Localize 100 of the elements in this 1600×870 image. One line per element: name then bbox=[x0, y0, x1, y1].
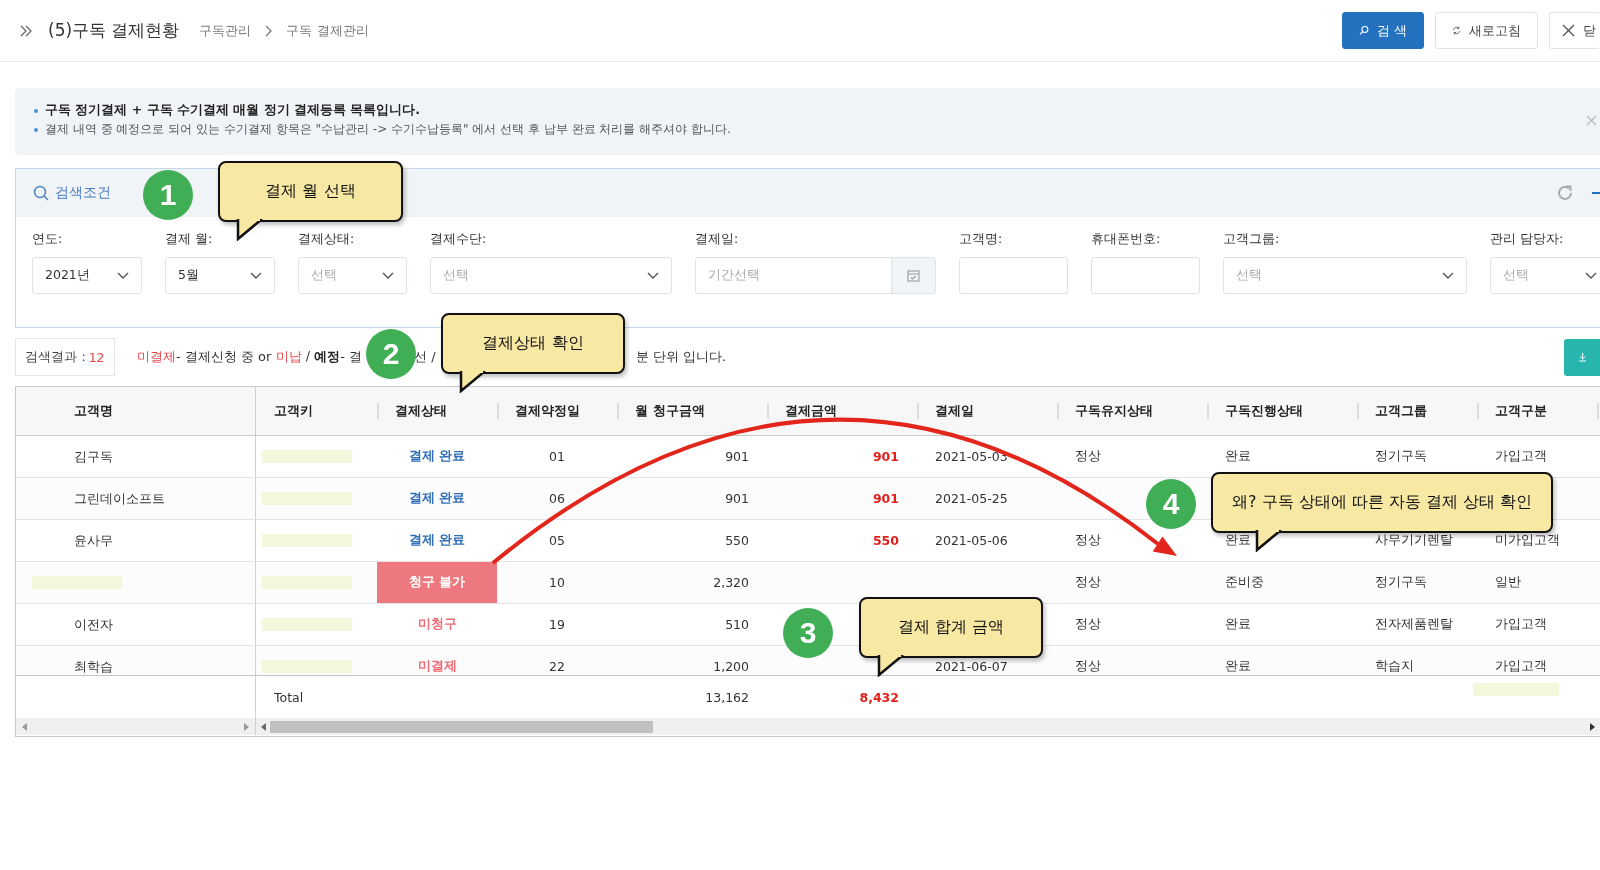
due-day: 10 bbox=[549, 575, 565, 590]
legend-text: - 결 bbox=[340, 348, 362, 366]
column-header[interactable]: 결제금액 bbox=[785, 402, 837, 420]
filter-label: 고객그룹: bbox=[1223, 231, 1281, 248]
filter-label: 결제상태: bbox=[298, 231, 356, 248]
legend-text: 예정 bbox=[314, 348, 341, 366]
payment-status: 결제 완료 bbox=[408, 490, 466, 507]
select-field[interactable]: 5월 bbox=[165, 257, 275, 294]
total-label: Total bbox=[274, 689, 304, 705]
close-icon[interactable] bbox=[1586, 115, 1597, 126]
keep-state: 정상 bbox=[1075, 616, 1101, 633]
filter-label: 결제일: bbox=[695, 231, 740, 248]
scroll-left-icon[interactable] bbox=[261, 722, 266, 731]
payment-date: 2021-05-06 bbox=[935, 533, 1008, 548]
billed-total: 13,162 bbox=[705, 689, 749, 705]
payment-status: 미청구 bbox=[417, 616, 457, 633]
scroll-left-icon[interactable] bbox=[22, 722, 27, 731]
customer-type: 가입고객 bbox=[1495, 658, 1547, 675]
legend-text: - 결제신청 중 or bbox=[176, 348, 273, 366]
breadcrumb-item[interactable]: 구독 결제관리 bbox=[286, 21, 369, 40]
column-header[interactable]: 결제약정일 bbox=[515, 402, 580, 420]
column-header[interactable]: 고객명 bbox=[74, 402, 113, 420]
legend-text: 선 / bbox=[414, 348, 436, 366]
page-title: (5)구독 결제현황 bbox=[48, 19, 180, 42]
keep-state: 정상 bbox=[1075, 574, 1101, 591]
scroll-right-icon[interactable] bbox=[1590, 722, 1595, 731]
refresh-button[interactable]: 새로고침 bbox=[1435, 12, 1538, 49]
filter-label: 결제 월: bbox=[165, 231, 214, 248]
column-header[interactable]: 월 청구금액 bbox=[635, 402, 705, 420]
billed-amount: 550 bbox=[725, 533, 749, 548]
legend-text: 분 단위 입니다. bbox=[635, 348, 726, 366]
text-field[interactable] bbox=[1091, 257, 1200, 294]
refresh-icon[interactable] bbox=[1556, 184, 1574, 202]
legend-text: 미납 bbox=[275, 348, 302, 366]
customer-name: 그린데이소프트 bbox=[74, 489, 165, 508]
search-button[interactable]: 검 색 bbox=[1342, 12, 1424, 49]
payment-date: 2021-05-03 bbox=[935, 449, 1008, 464]
due-day: 19 bbox=[549, 617, 565, 632]
billed-amount: 901 bbox=[725, 449, 749, 464]
progress-state: 준비중 bbox=[1225, 574, 1264, 591]
notice-text: 구독 정기결제 + 구독 수기결제 매월 정기 결제등록 목록입니다. bbox=[45, 102, 421, 119]
billed-amount: 510 bbox=[725, 617, 749, 632]
chevron-down-icon bbox=[1442, 271, 1454, 280]
progress-state: 완료 bbox=[1225, 658, 1251, 675]
customer-group: 전자제품렌탈 bbox=[1375, 616, 1453, 633]
scrollbar-thumb[interactable] bbox=[270, 720, 653, 733]
progress-state: 완료 bbox=[1225, 448, 1251, 465]
keep-state: 정상 bbox=[1075, 658, 1101, 675]
step-number-badge: 3 bbox=[783, 608, 833, 658]
customer-type: 일반 bbox=[1495, 574, 1521, 591]
column-header[interactable]: 고객그룹 bbox=[1375, 402, 1427, 420]
bullet-icon bbox=[34, 108, 38, 113]
column-header[interactable]: 구독유지상태 bbox=[1075, 402, 1153, 420]
callout-bubble: 결제 합계 금액 bbox=[859, 597, 1043, 658]
search-icon bbox=[1359, 23, 1369, 38]
legend-text: 미결제 bbox=[137, 348, 176, 366]
chevron-right-icon bbox=[265, 24, 273, 37]
breadcrumb-item[interactable]: 구독관리 bbox=[199, 21, 252, 40]
paid-amount: 550 bbox=[872, 533, 899, 548]
payment-date: 2021-05-25 bbox=[935, 491, 1008, 506]
callout-bubble: 왜? 구독 상태에 따른 자동 결제 상태 확인 bbox=[1211, 472, 1553, 533]
column-header[interactable]: 구독진행상태 bbox=[1225, 402, 1303, 420]
column-header[interactable]: 결제상태 bbox=[395, 402, 447, 420]
filter-label: 결제수단: bbox=[430, 231, 488, 248]
status-cell: 청구 불가 bbox=[377, 562, 497, 603]
customer-group: 정기구독 bbox=[1375, 448, 1427, 465]
customer-name: 최학습 bbox=[74, 657, 113, 675]
billed-amount: 2,320 bbox=[713, 575, 749, 590]
customer-name: 김구독 bbox=[74, 447, 113, 466]
download-button[interactable] bbox=[1564, 338, 1600, 376]
result-label: 검색결과 : bbox=[25, 348, 86, 366]
filter-label: 휴대폰번호: bbox=[1091, 231, 1162, 248]
keep-state: 정상 bbox=[1075, 532, 1101, 549]
due-day: 22 bbox=[549, 659, 565, 674]
bullet-icon bbox=[34, 127, 38, 132]
due-day: 01 bbox=[549, 449, 565, 464]
keep-state: 정상 bbox=[1075, 448, 1101, 465]
progress-state: 완료 bbox=[1225, 616, 1251, 633]
customer-group: 정기구독 bbox=[1375, 574, 1427, 591]
calendar-icon[interactable] bbox=[907, 269, 920, 282]
chevron-down-icon bbox=[382, 271, 394, 280]
progress-state: 완료 bbox=[1225, 532, 1251, 549]
chevron-down-icon bbox=[117, 271, 129, 280]
text-field[interactable] bbox=[959, 257, 1068, 294]
result-count: 12 bbox=[88, 349, 105, 365]
column-header[interactable]: 고객키 bbox=[274, 402, 313, 420]
filter-label: 관리 담당자: bbox=[1490, 231, 1565, 248]
column-header[interactable]: 결제일 bbox=[935, 402, 974, 420]
customer-type: 미가입고객 bbox=[1495, 532, 1560, 549]
chevron-down-icon bbox=[1585, 271, 1597, 280]
payment-status: 미결제 bbox=[417, 658, 457, 675]
double-chevron-icon[interactable] bbox=[20, 24, 32, 37]
select-field[interactable]: 2021년 bbox=[32, 257, 142, 294]
billed-amount: 901 bbox=[725, 491, 749, 506]
close-button[interactable]: 닫 bbox=[1549, 12, 1600, 49]
customer-group: 학습지 bbox=[1375, 658, 1414, 675]
step-number-badge: 2 bbox=[366, 329, 416, 379]
column-header[interactable]: 고객구분 bbox=[1495, 402, 1547, 420]
billed-amount: 1,200 bbox=[713, 659, 749, 674]
payment-date: 2021-06-07 bbox=[935, 659, 1008, 674]
